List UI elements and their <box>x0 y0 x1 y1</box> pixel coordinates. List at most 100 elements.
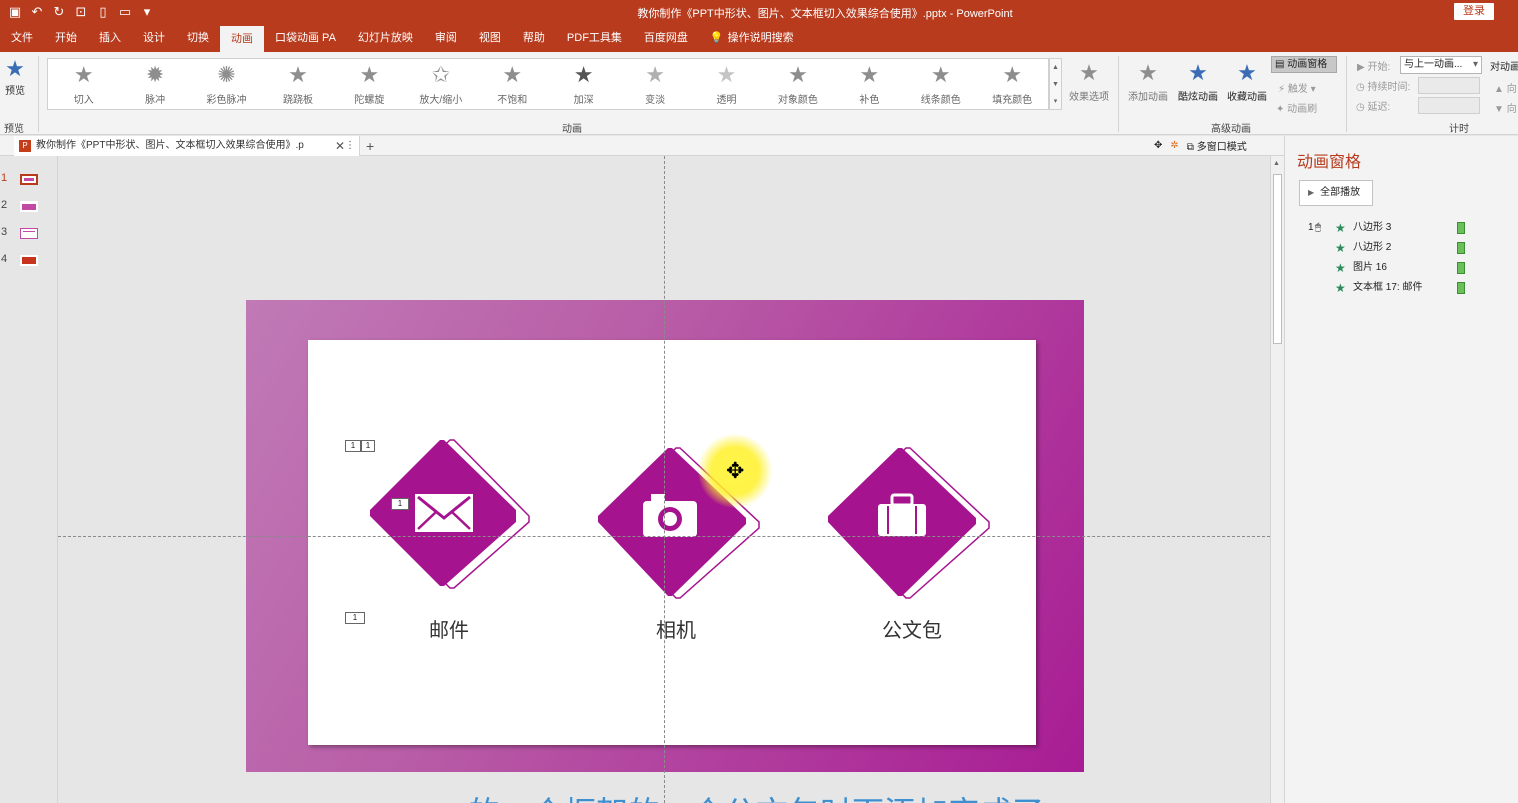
tab-baidu-pan[interactable]: 百度网盘 <box>633 24 699 52</box>
vertical-scrollbar[interactable]: ▲ <box>1270 156 1284 803</box>
horizontal-guide[interactable] <box>58 536 1270 537</box>
start-label: ▶ 开始: <box>1357 62 1391 73</box>
emphasis-star-icon: ★ <box>1335 281 1346 295</box>
effect-complementary[interactable]: ★ 补色 <box>834 59 905 109</box>
animation-list-item[interactable]: ★ 八边形 2 <box>1305 239 1475 257</box>
spin-star-icon: ★ <box>359 62 380 87</box>
effect-object-color[interactable]: ★ 对象颜色 <box>762 59 833 109</box>
add-tab-icon[interactable]: + <box>366 136 374 156</box>
fav-star-icon: ★ <box>1237 60 1257 85</box>
tell-me-search[interactable]: 💡 操作说明搜索 <box>699 24 805 52</box>
slide-thumbnail[interactable]: 3 <box>0 224 50 244</box>
play-all-button[interactable]: ▶ 全部播放 <box>1299 180 1373 206</box>
briefcase-diamond-graphic <box>828 447 990 599</box>
effect-pulse[interactable]: ✹ 脉冲 <box>119 59 190 109</box>
effect-grow-shrink[interactable]: ✩ 放大/缩小 <box>405 59 476 109</box>
effect-lighten[interactable]: ★ 变淡 <box>619 59 690 109</box>
effect-darken[interactable]: ★ 加深 <box>548 59 619 109</box>
effect-desaturate[interactable]: ★ 不饱和 <box>477 59 548 109</box>
delay-spinner[interactable] <box>1418 97 1480 114</box>
cool-star-icon: ★ <box>1188 60 1208 85</box>
more-icon[interactable]: ⋮ <box>345 136 355 156</box>
effect-color-pulse[interactable]: ✺ 彩色脉冲 <box>191 59 262 109</box>
start-select[interactable]: 与上一动画... ▾ <box>1400 56 1482 74</box>
animation-order-tag[interactable]: 1 <box>361 440 375 452</box>
cool-animation-button[interactable]: ★ 酷炫动画 <box>1174 58 1222 103</box>
animation-list-item[interactable]: 1 🖱 ★ 八边形 3 <box>1305 219 1475 237</box>
ribbon-separator <box>38 56 39 132</box>
effect-options-button[interactable]: ★ 效果选项 <box>1066 58 1112 103</box>
timing-bar <box>1457 242 1465 254</box>
emphasis-star-icon: ★ <box>1335 221 1346 235</box>
tab-home[interactable]: 开始 <box>44 24 88 52</box>
star-icon: ★ <box>788 62 808 87</box>
ribbon-animations: ★ 预览 预览 ★ 切入 ✹ 脉冲 ✺ 彩色脉冲 ★ 跷跷板 ★ 陀螺旋 ✩ 放大/缩小 ★… <box>0 52 1518 135</box>
effect-fill-color[interactable]: ★ 填充颜色 <box>976 59 1047 109</box>
mouse-click-icon: 🖱 <box>1315 222 1321 233</box>
animation-list-item[interactable]: ★ 文本框 17: 邮件 <box>1305 279 1475 297</box>
slide-thumbnail[interactable]: 2 <box>0 197 50 217</box>
effect-fly-in[interactable]: ★ 切入 <box>48 59 119 109</box>
add-animation-button[interactable]: ★ 添加动画 <box>1124 58 1172 103</box>
slide-canvas[interactable]: 邮件 相机 公文包 1 1 1 1 ✥ 的一个框架的一个公文包时面添加完成了 <box>58 156 1270 803</box>
scroll-up-icon[interactable]: ▲ <box>1273 160 1280 167</box>
effect-transparency[interactable]: ★ 透明 <box>691 59 762 109</box>
document-tab[interactable]: P 教你制作《PPT中形状、图片、文本框切入效果综合使用》.p ✕ ⋮ <box>14 136 360 156</box>
caption-briefcase[interactable]: 公文包 <box>852 614 972 643</box>
effect-line-color[interactable]: ★ 线条颜色 <box>905 59 976 109</box>
caption-mail[interactable]: 邮件 <box>389 614 509 643</box>
gallery-scroll[interactable]: ▲ ▼ ▾ <box>1049 58 1062 110</box>
tab-pdf-tools[interactable]: PDF工具集 <box>556 24 633 52</box>
move-earlier-button[interactable]: ▲ 向 <box>1494 80 1517 95</box>
close-icon[interactable]: ✕ <box>335 136 345 156</box>
animation-painter-button[interactable]: ✦ 动画刷 <box>1276 100 1317 115</box>
octagon-shape-briefcase[interactable] <box>824 444 994 614</box>
slide-mini <box>20 174 38 185</box>
slide-thumbnail[interactable]: 1 <box>0 170 50 190</box>
ribbon-tabs: 文件 开始 插入 设计 切换 动画 口袋动画 PA 幻灯片放映 审阅 视图 帮助… <box>0 24 1518 52</box>
transparent-star-icon: ★ <box>716 62 737 87</box>
duration-spinner[interactable] <box>1418 77 1480 94</box>
multi-window-button[interactable]: ⧉ 多窗口模式 <box>1187 138 1247 153</box>
grow-star-icon: ✩ <box>431 62 451 87</box>
dark-star-icon: ★ <box>573 62 594 87</box>
animation-pane-button[interactable]: ▤ 动画窗格 <box>1271 56 1337 73</box>
vertical-guide[interactable] <box>664 156 665 803</box>
tab-help[interactable]: 帮助 <box>512 24 556 52</box>
tab-review[interactable]: 审阅 <box>424 24 468 52</box>
tab-view[interactable]: 视图 <box>468 24 512 52</box>
tab-insert[interactable]: 插入 <box>88 24 132 52</box>
animation-order-tag[interactable]: 1 <box>345 440 361 452</box>
trigger-button[interactable]: ⚡ 触发 ▾ <box>1278 80 1316 95</box>
tab-design[interactable]: 设计 <box>132 24 176 52</box>
tab-animations[interactable]: 动画 <box>220 26 264 52</box>
scroll-thumb[interactable] <box>1273 174 1282 344</box>
tab-transitions[interactable]: 切换 <box>176 24 220 52</box>
mail-diamond-graphic <box>370 439 530 589</box>
tab-pocket-animation[interactable]: 口袋动画 PA <box>264 24 347 52</box>
effect-options-star-icon: ★ <box>1079 60 1099 85</box>
tab-slideshow[interactable]: 幻灯片放映 <box>347 24 424 52</box>
emphasis-star-icon: ★ <box>1335 241 1346 255</box>
move-later-button[interactable]: ▼ 向 <box>1494 100 1517 115</box>
group-label-timing: 计时 <box>1449 124 1469 135</box>
effect-teeter[interactable]: ★ 跷跷板 <box>262 59 333 109</box>
tab-file[interactable]: 文件 <box>0 24 44 52</box>
timing-bar <box>1457 262 1465 274</box>
ribbon-separator <box>1118 56 1119 132</box>
login-button[interactable]: 登录 <box>1454 3 1494 20</box>
chevron-down-icon: ▾ <box>1472 59 1478 70</box>
document-tab-strip: P 教你制作《PPT中形状、图片、文本框切入效果综合使用》.p ✕ ⋮ + ✥ … <box>0 136 1284 156</box>
animation-order-tag[interactable]: 1 <box>345 612 365 624</box>
slide-thumbnail[interactable]: 4 <box>0 251 50 271</box>
preview-button[interactable]: ★ 预览 <box>0 56 30 97</box>
caption-camera[interactable]: 相机 <box>616 614 736 643</box>
fav-animation-button[interactable]: ★ 收藏动画 <box>1222 58 1272 103</box>
octagon-shape-mail[interactable] <box>366 436 536 606</box>
effect-spin[interactable]: ★ 陀螺旋 <box>334 59 405 109</box>
animation-order-tag[interactable]: 1 <box>391 498 409 510</box>
gear-icon[interactable]: ✲ <box>1170 140 1178 151</box>
animation-list-item[interactable]: ★ 图片 16 <box>1305 259 1475 277</box>
animation-index: 1 <box>1308 222 1314 233</box>
pin-icon[interactable]: ✥ <box>1154 140 1162 151</box>
